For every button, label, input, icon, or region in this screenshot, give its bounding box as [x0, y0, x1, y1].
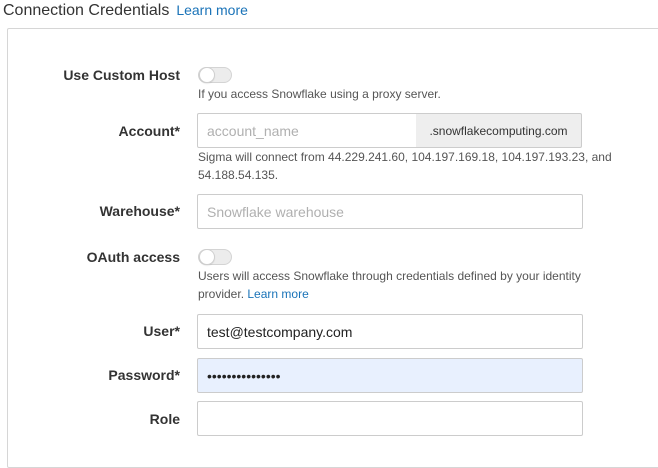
learn-more-link[interactable]: Learn more	[176, 2, 248, 18]
custom-host-toggle[interactable]	[198, 67, 232, 83]
credentials-panel: Use Custom Host If you access Snowflake …	[7, 28, 658, 468]
role-input[interactable]	[197, 401, 583, 436]
section-header: Connection Credentials Learn more	[0, 0, 248, 26]
section-title: Connection Credentials	[3, 2, 170, 19]
user-input[interactable]	[197, 314, 583, 349]
oauth-label: OAuth access	[86, 249, 180, 265]
oauth-help-line1: Users will access Snowflake through cred…	[198, 269, 581, 283]
account-suffix: .snowflakecomputing.com	[416, 113, 582, 148]
oauth-toggle[interactable]	[198, 249, 232, 265]
password-label: Password*	[108, 367, 180, 383]
oauth-learn-more-link[interactable]: Learn more	[247, 287, 308, 301]
user-label: User*	[143, 323, 180, 339]
toggle-knob	[199, 67, 215, 83]
account-help-line1: Sigma will connect from 44.229.241.60, 1…	[198, 150, 612, 164]
account-help-line2: 54.188.54.135.	[198, 168, 279, 182]
oauth-help-text: provider.	[198, 287, 245, 301]
role-label: Role	[149, 411, 180, 427]
toggle-knob	[199, 249, 215, 265]
custom-host-label: Use Custom Host	[63, 67, 180, 83]
custom-host-help: If you access Snowflake using a proxy se…	[198, 87, 441, 101]
warehouse-label: Warehouse*	[99, 203, 180, 219]
oauth-help-line2: provider. Learn more	[198, 285, 309, 303]
account-label: Account*	[118, 123, 180, 139]
password-input[interactable]	[197, 358, 583, 393]
warehouse-input[interactable]	[197, 194, 583, 229]
account-input[interactable]	[197, 113, 417, 148]
